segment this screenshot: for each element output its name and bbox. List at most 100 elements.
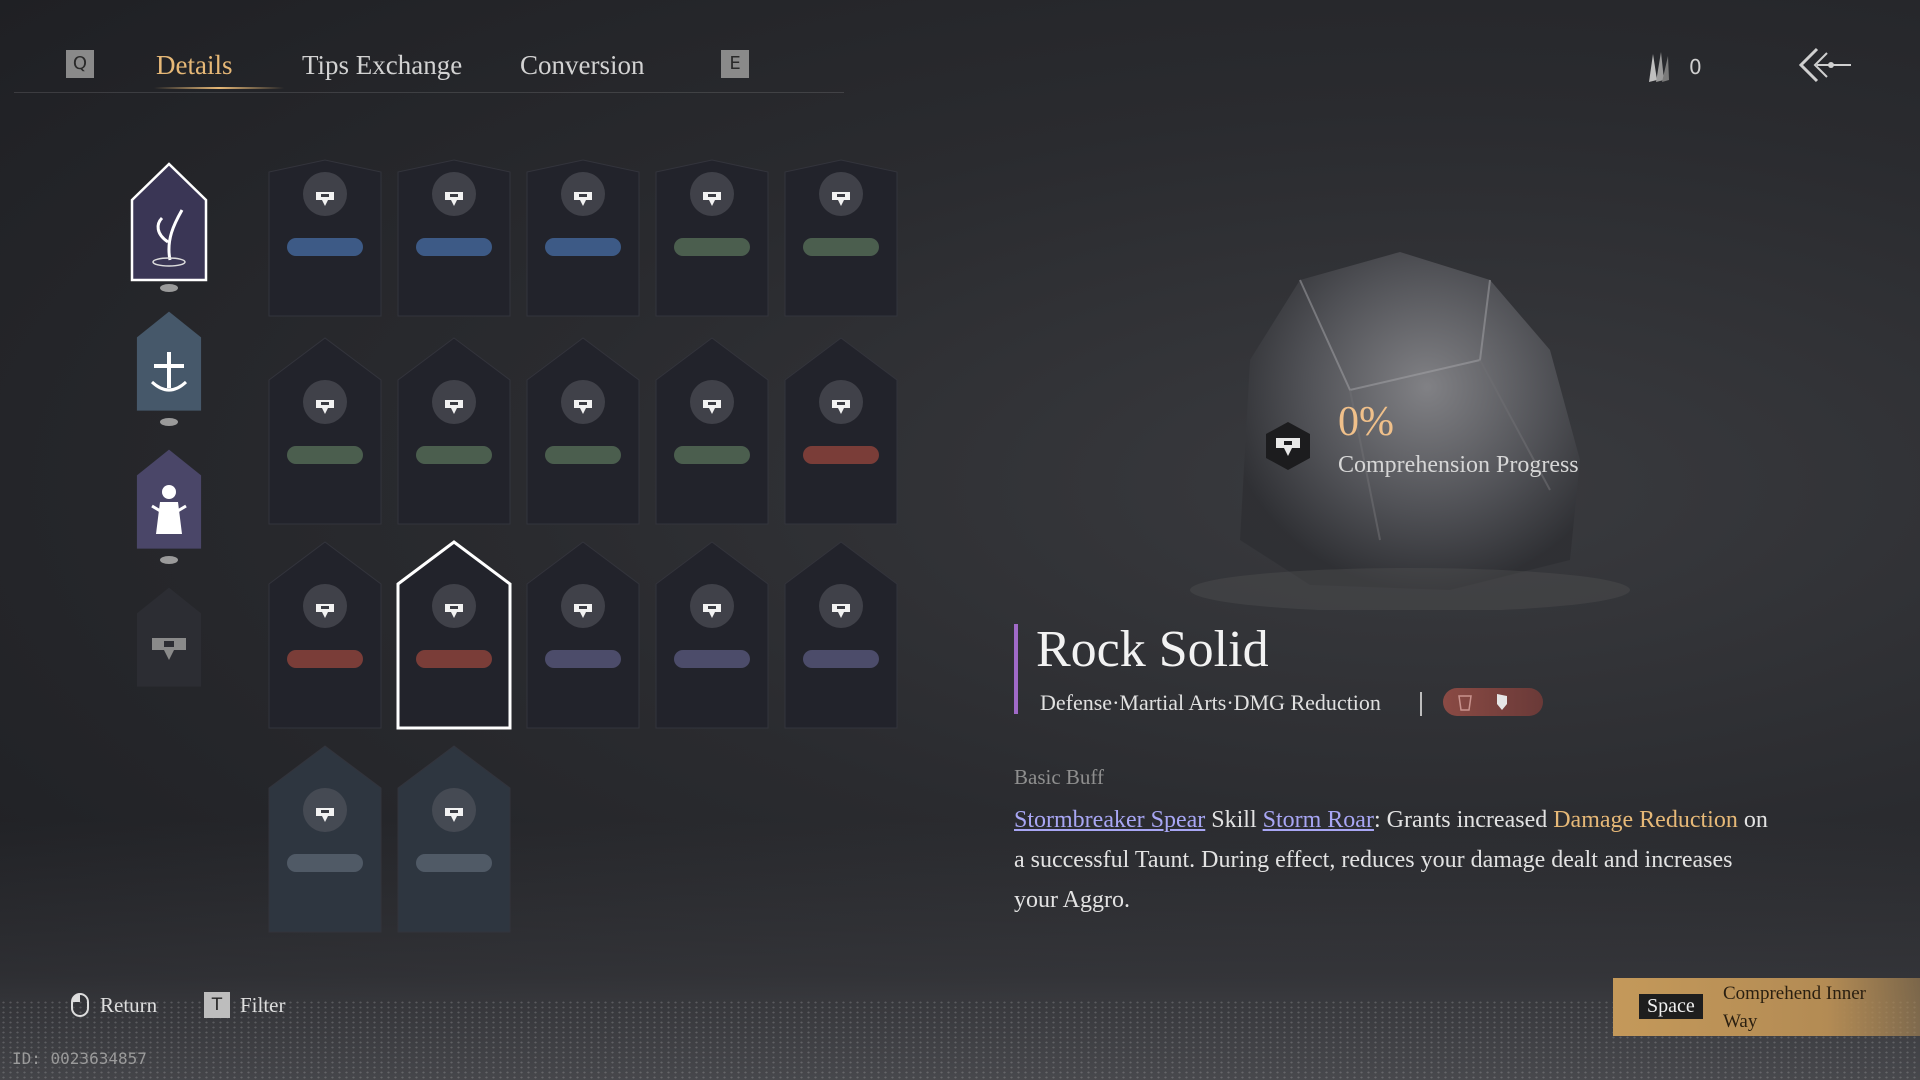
tag-pill xyxy=(545,446,621,464)
next-tab-key[interactable]: E xyxy=(721,50,749,78)
tag-pill xyxy=(674,446,750,464)
inner-way-card[interactable] xyxy=(396,744,512,934)
tag-pill xyxy=(803,238,879,256)
warrior-icon xyxy=(432,172,476,216)
inner-way-card[interactable] xyxy=(525,336,641,526)
currency-value: 0 xyxy=(1689,55,1702,79)
filter-key: T xyxy=(204,992,230,1018)
figure-icon xyxy=(151,485,187,534)
progress-badge-icon xyxy=(1266,422,1310,470)
dragon-icon xyxy=(819,584,863,628)
inner-way-card[interactable] xyxy=(267,158,383,318)
inner-way-title: Rock Solid xyxy=(1036,621,1269,678)
wolf-icon xyxy=(303,172,347,216)
shadow-icon xyxy=(561,584,605,628)
link-storm-roar[interactable]: Storm Roar xyxy=(1263,807,1374,833)
leaf-icon xyxy=(690,380,734,424)
desc-text: Skill xyxy=(1205,807,1263,833)
crab-icon xyxy=(819,380,863,424)
swirl-icon xyxy=(303,788,347,832)
inner-way-card[interactable] xyxy=(783,336,899,526)
category-indicator xyxy=(160,284,178,292)
back-arrow-icon[interactable] xyxy=(1795,45,1853,85)
currency-display: 0 xyxy=(1645,50,1702,84)
category-indicator xyxy=(160,418,178,426)
return-label: Return xyxy=(100,992,158,1017)
filter-hint[interactable]: T Filter xyxy=(204,992,286,1018)
inner-way-description: Stormbreaker Spear Skill Storm Roar: Gra… xyxy=(1014,800,1774,920)
tag-pill xyxy=(545,238,621,256)
flower-icon xyxy=(432,380,476,424)
inner-way-card[interactable] xyxy=(267,540,383,730)
tag-pill xyxy=(803,446,879,464)
inner-way-card[interactable] xyxy=(396,540,512,730)
user-id: ID: 0023634857 xyxy=(12,1049,147,1068)
comprehend-label: Comprehend Inner Way xyxy=(1723,983,1866,1032)
tab-tips-exchange[interactable]: Tips Exchange xyxy=(302,50,462,81)
tag-pill xyxy=(287,446,363,464)
inner-way-card[interactable] xyxy=(654,540,770,730)
tag-pill xyxy=(287,650,363,668)
inner-way-card[interactable] xyxy=(783,540,899,730)
type-tag-badge xyxy=(1443,688,1543,716)
comprehend-button[interactable]: Space Comprehend Inner Way xyxy=(1613,978,1920,1036)
category-water-plant[interactable] xyxy=(130,162,208,292)
inner-way-card[interactable] xyxy=(654,336,770,526)
inner-way-card[interactable] xyxy=(654,158,770,318)
filter-label: Filter xyxy=(240,992,286,1017)
inner-way-card[interactable] xyxy=(267,744,383,934)
swordsman-icon xyxy=(690,584,734,628)
fruit-icon xyxy=(690,172,734,216)
tag-pill xyxy=(803,650,879,668)
category-sword-anchor[interactable] xyxy=(130,308,208,426)
space-key: Space xyxy=(1639,994,1703,1019)
ring-icon xyxy=(303,380,347,424)
section-label: Basic Buff xyxy=(1014,765,1105,789)
category-indicator xyxy=(160,556,178,564)
inner-way-card[interactable] xyxy=(396,336,512,526)
inner-way-card[interactable] xyxy=(783,158,899,318)
tag-pill xyxy=(416,650,492,668)
title-accent-bar xyxy=(1014,624,1018,714)
sword-anchor-icon xyxy=(150,352,188,392)
inner-way-card[interactable] xyxy=(267,336,383,526)
subtitle-separator xyxy=(1420,692,1422,716)
tag-pill xyxy=(674,650,750,668)
desc-text: : Grants increased xyxy=(1373,807,1554,833)
badge-icon xyxy=(152,638,186,660)
bow-icon xyxy=(561,172,605,216)
bell-icon xyxy=(303,584,347,628)
category-badge[interactable] xyxy=(130,584,208,698)
comprehension-progress-value: 0% xyxy=(1338,399,1394,445)
yin-yang-icon xyxy=(561,380,605,424)
link-stormbreaker-spear[interactable]: Stormbreaker Spear xyxy=(1014,807,1205,833)
tag-pill xyxy=(287,854,363,872)
rock-illustration xyxy=(1190,252,1630,610)
inner-way-card[interactable] xyxy=(525,158,641,318)
category-figure[interactable] xyxy=(130,446,208,564)
mouse-icon xyxy=(71,993,89,1017)
tag-pill xyxy=(545,650,621,668)
active-tab-underline xyxy=(154,87,284,89)
inner-way-card[interactable] xyxy=(396,158,512,318)
quill-icon xyxy=(1649,52,1669,82)
comprehension-progress-label: Comprehension Progress xyxy=(1338,452,1579,478)
tag-pill xyxy=(674,238,750,256)
water-plant-icon xyxy=(152,209,186,267)
rock-icon xyxy=(432,584,476,628)
return-hint[interactable]: Return xyxy=(70,992,157,1018)
inner-way-subtitle: Defense·Martial Arts·DMG Reduction xyxy=(1040,690,1381,715)
defense-tag-icon xyxy=(1458,694,1507,711)
highlight-damage-reduction: Damage Reduction xyxy=(1553,807,1738,833)
tag-pill xyxy=(416,854,492,872)
wing-icon xyxy=(432,788,476,832)
tree-icon xyxy=(819,172,863,216)
tag-pill xyxy=(287,238,363,256)
tab-bar: Q Details Tips Exchange Conversion E xyxy=(14,40,844,93)
tag-pill xyxy=(416,446,492,464)
tab-conversion[interactable]: Conversion xyxy=(520,50,645,81)
tab-details[interactable]: Details xyxy=(156,50,232,81)
prev-tab-key[interactable]: Q xyxy=(66,50,94,78)
tag-pill xyxy=(416,238,492,256)
inner-way-card[interactable] xyxy=(525,540,641,730)
